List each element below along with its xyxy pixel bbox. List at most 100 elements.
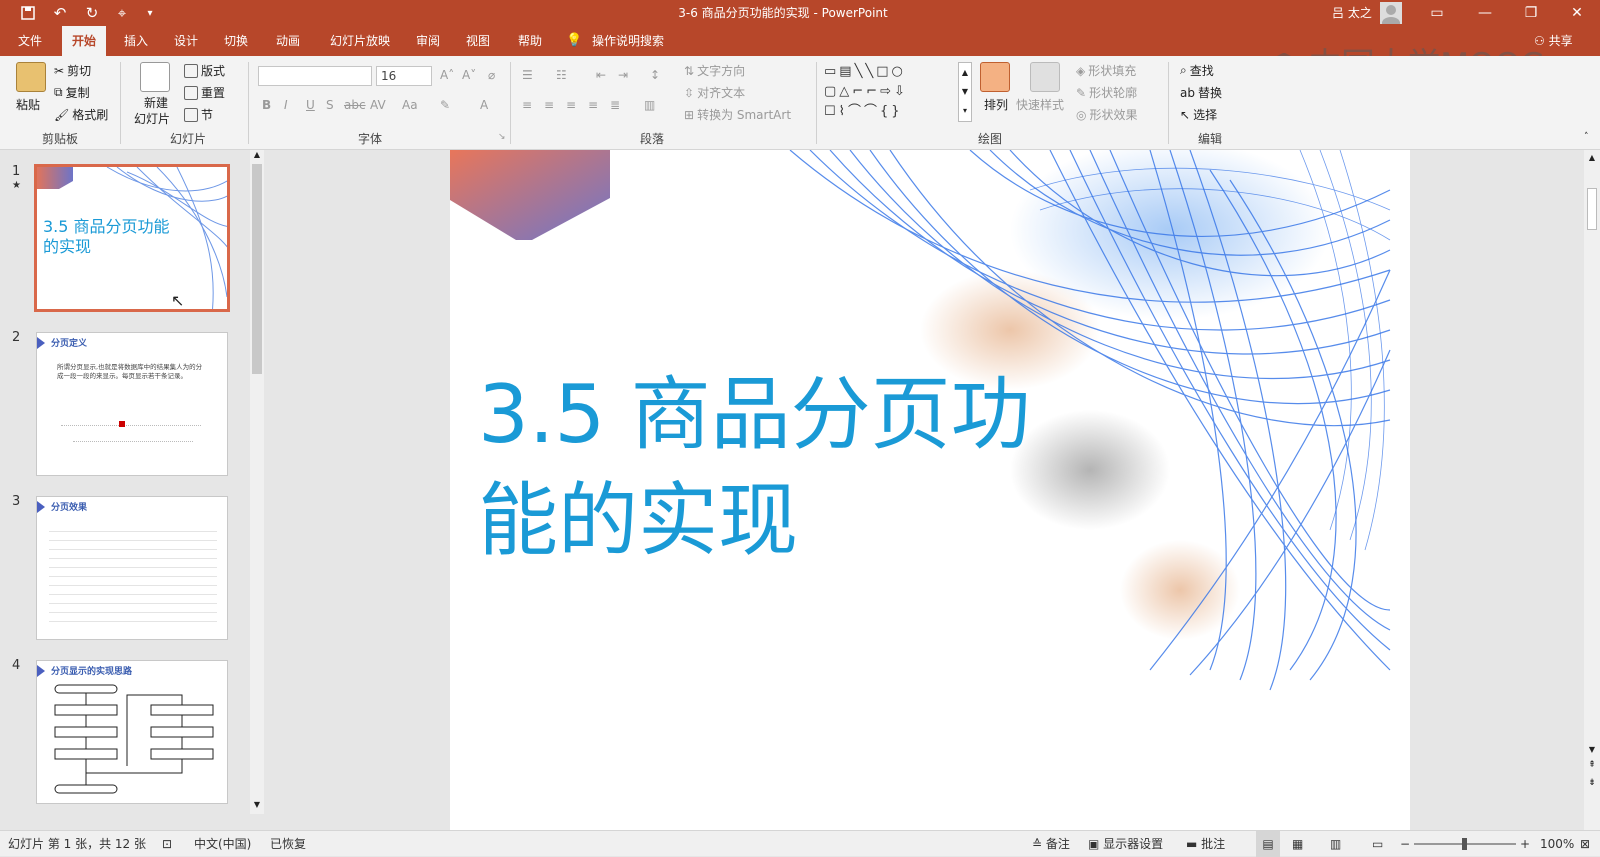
- fit-to-window-icon[interactable]: ⊠: [1580, 831, 1590, 857]
- shapes-gallery-scroll[interactable]: ▲ ▼ ▾: [958, 62, 972, 122]
- zoom-level[interactable]: 100%: [1540, 831, 1574, 857]
- thumbnails-scrollbar[interactable]: ▲ ▼: [250, 150, 264, 814]
- avatar[interactable]: [1380, 2, 1402, 29]
- scroll-down-icon[interactable]: ▼: [250, 800, 264, 814]
- scroll-up-icon[interactable]: ▲: [1584, 150, 1600, 166]
- reset-button[interactable]: 重置: [184, 84, 225, 101]
- scroll-down-icon[interactable]: ▼: [1584, 742, 1600, 758]
- previous-slide-icon[interactable]: ⇞: [1584, 760, 1600, 776]
- slide-thumbnail-1[interactable]: 3.5 商品分页功能的实现 ↖: [34, 164, 230, 312]
- scroll-thumb[interactable]: [252, 164, 262, 374]
- decrease-indent-icon[interactable]: ⇤: [596, 68, 606, 82]
- zoom-in-icon[interactable]: +: [1520, 831, 1530, 857]
- format-painter-button[interactable]: 🖌 格式刷: [54, 106, 108, 123]
- justify-icon[interactable]: ≡: [588, 98, 598, 112]
- clear-formatting-icon[interactable]: ⌀: [488, 68, 495, 82]
- collapse-ribbon-icon[interactable]: ˄: [1584, 132, 1589, 142]
- tab-design[interactable]: 设计: [164, 26, 208, 56]
- line-spacing-icon[interactable]: ↕: [650, 68, 660, 82]
- shadow-icon[interactable]: S: [326, 98, 334, 112]
- select-button[interactable]: ↖ 选择: [1180, 106, 1217, 123]
- underline-icon[interactable]: U: [306, 98, 315, 112]
- text-direction-button[interactable]: ⇅ 文字方向: [684, 62, 745, 79]
- shape-outline-button[interactable]: ✎ 形状轮廓: [1076, 84, 1137, 101]
- tell-me-search[interactable]: 操作说明搜索: [592, 26, 680, 56]
- zoom-slider-thumb[interactable]: [1462, 838, 1467, 850]
- font-dialog-launcher-icon[interactable]: ↘: [498, 132, 506, 142]
- align-center-icon[interactable]: ≡: [544, 98, 554, 112]
- tab-help[interactable]: 帮助: [508, 26, 552, 56]
- slide-sorter-icon[interactable]: ▦: [1292, 831, 1303, 857]
- font-name-combo[interactable]: [258, 66, 372, 86]
- shape-fill-button[interactable]: ◈ 形状填充: [1076, 62, 1136, 79]
- scroll-thumb[interactable]: [1587, 188, 1597, 230]
- new-slide-icon[interactable]: [140, 62, 170, 92]
- tab-view[interactable]: 视图: [456, 26, 500, 56]
- display-settings-button[interactable]: ▣ 显示器设置: [1088, 831, 1163, 857]
- ribbon-display-options-icon[interactable]: ▭: [1414, 0, 1460, 26]
- paste-button[interactable]: 粘贴: [16, 96, 40, 113]
- tab-insert[interactable]: 插入: [114, 26, 158, 56]
- next-slide-icon[interactable]: ⇟: [1584, 778, 1600, 794]
- copy-button[interactable]: ⧉ 复制: [54, 84, 90, 101]
- change-case-icon[interactable]: Aa: [402, 98, 418, 112]
- close-icon[interactable]: ✕: [1554, 0, 1600, 26]
- slide-thumbnail-2[interactable]: 分页定义 所谓分页显示,也就是将数据库中的结果集人为的分成一段一段的来显示。每页…: [36, 332, 228, 476]
- convert-smartart-button[interactable]: ⊞ 转换为 SmartArt: [684, 106, 791, 123]
- arrange-icon[interactable]: [980, 62, 1010, 92]
- highlight-icon[interactable]: ✎: [440, 98, 450, 112]
- slide-scrollbar[interactable]: ▲ ▼ ⇞ ⇟: [1584, 150, 1600, 830]
- italic-icon[interactable]: I: [284, 98, 288, 112]
- distributed-icon[interactable]: ≣: [610, 98, 620, 112]
- scroll-up-icon[interactable]: ▲: [250, 150, 264, 164]
- align-left-icon[interactable]: ≡: [522, 98, 532, 112]
- slide-thumbnail-3[interactable]: 分页效果: [36, 496, 228, 640]
- shape-effects-button[interactable]: ◎ 形状效果: [1076, 106, 1138, 123]
- align-text-button[interactable]: ⇳ 对齐文本: [684, 84, 745, 101]
- tab-review[interactable]: 审阅: [406, 26, 450, 56]
- slide-thumbnail-4[interactable]: 分页显示的实现思路: [36, 660, 228, 804]
- increase-indent-icon[interactable]: ⇥: [618, 68, 628, 82]
- cut-button[interactable]: ✂ 剪切: [54, 62, 91, 79]
- align-right-icon[interactable]: ≡: [566, 98, 576, 112]
- bold-icon[interactable]: B: [262, 98, 271, 112]
- tab-transitions[interactable]: 切换: [214, 26, 258, 56]
- quick-styles-icon[interactable]: [1030, 62, 1060, 92]
- character-spacing-icon[interactable]: AV: [370, 98, 386, 112]
- font-size-combo[interactable]: 16: [376, 66, 432, 86]
- tab-home[interactable]: 开始: [62, 26, 106, 56]
- tab-animations[interactable]: 动画: [266, 26, 310, 56]
- restore-icon[interactable]: ❐: [1508, 0, 1554, 26]
- tab-file[interactable]: 文件: [8, 26, 52, 56]
- bullets-icon[interactable]: ☰: [522, 68, 533, 82]
- columns-icon[interactable]: ▥: [644, 98, 655, 112]
- notes-button[interactable]: ≙ 备注: [1032, 831, 1070, 857]
- reading-view-icon[interactable]: ▥: [1330, 831, 1341, 857]
- slide-title-line-1[interactable]: 3.5 商品分页功: [478, 362, 1031, 468]
- slide-title-line-2[interactable]: 能的实现: [478, 468, 798, 574]
- increase-font-icon[interactable]: A˄: [440, 68, 454, 82]
- new-slide-label-2[interactable]: 幻灯片: [134, 110, 170, 127]
- decrease-font-icon[interactable]: A˅: [462, 68, 476, 82]
- strikethrough-icon[interactable]: abc: [344, 98, 366, 112]
- slideshow-view-icon[interactable]: ▭: [1372, 831, 1383, 857]
- layout-button[interactable]: 版式: [184, 62, 225, 79]
- numbering-icon[interactable]: ☷: [556, 68, 567, 82]
- comments-button[interactable]: ▬ 批注: [1186, 831, 1225, 857]
- quick-styles-button[interactable]: 快速样式: [1016, 96, 1064, 113]
- user-name[interactable]: 吕 太之: [1332, 0, 1372, 26]
- language-status[interactable]: 中文(中国): [194, 831, 251, 857]
- spell-check-icon[interactable]: ⊡: [162, 831, 172, 857]
- zoom-out-icon[interactable]: −: [1400, 831, 1410, 857]
- replace-button[interactable]: ab 替换: [1180, 84, 1222, 101]
- section-button[interactable]: 节: [184, 106, 213, 123]
- paste-icon[interactable]: [16, 62, 46, 92]
- arrange-button[interactable]: 排列: [984, 96, 1008, 113]
- tab-slideshow[interactable]: 幻灯片放映: [320, 26, 400, 56]
- new-slide-label-1[interactable]: 新建: [144, 94, 168, 111]
- font-color-icon[interactable]: A: [480, 98, 488, 112]
- minimize-icon[interactable]: —: [1462, 0, 1508, 26]
- shapes-gallery[interactable]: ▭▤╲╲□○ ▢△⌐⌐⇨⇩ ☐⌇⌒⌒{}: [824, 62, 956, 122]
- slide-canvas[interactable]: 3.5 商品分页功 能的实现: [450, 150, 1410, 830]
- normal-view-icon[interactable]: ▤: [1256, 831, 1280, 857]
